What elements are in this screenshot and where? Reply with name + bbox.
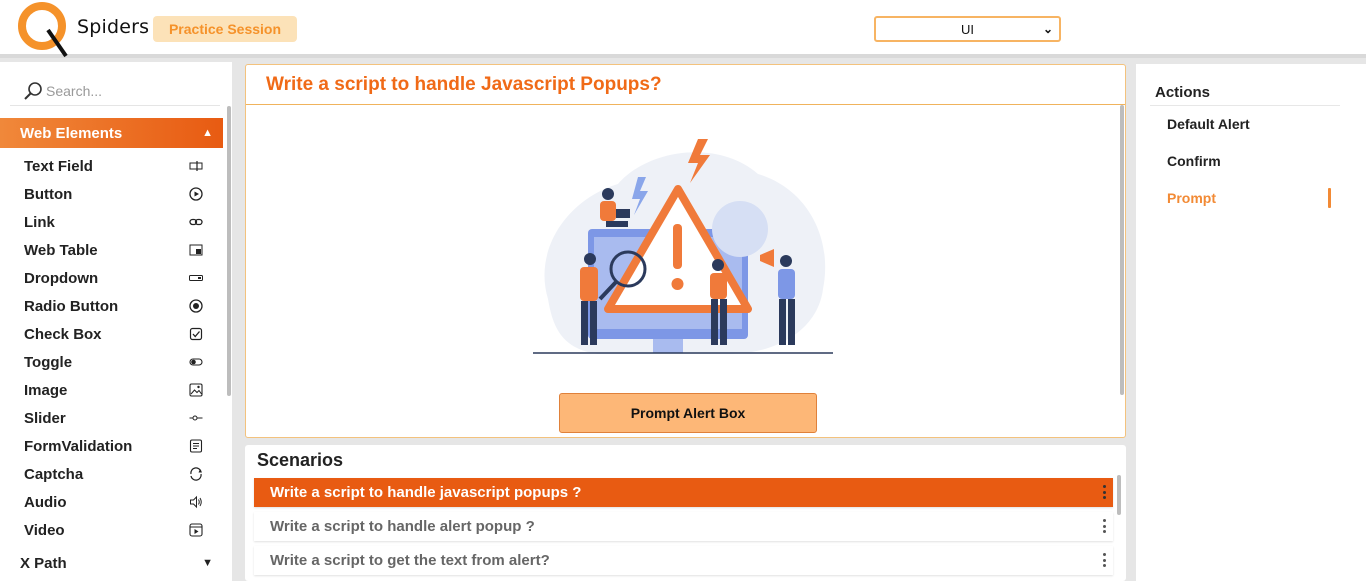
caret-down-icon: ▼: [202, 557, 213, 569]
section-x-path[interactable]: X Path ▼: [0, 550, 223, 576]
sidebar-item-dropdown[interactable]: Dropdown: [0, 264, 223, 292]
checkbox-icon: [189, 327, 203, 341]
link-icon: [189, 218, 203, 226]
table-icon: [189, 244, 203, 256]
scenarios-panel: Scenarios Write a script to handle javas…: [245, 445, 1126, 581]
sidebar-item-form-validation[interactable]: FormValidation: [0, 432, 223, 460]
sidebar-item-label: Web Table: [24, 241, 98, 259]
prompt-alert-button[interactable]: Prompt Alert Box: [559, 393, 817, 433]
more-vertical-icon[interactable]: [1103, 519, 1107, 533]
sidebar-item-radio-button[interactable]: Radio Button: [0, 292, 223, 320]
more-vertical-icon[interactable]: [1103, 485, 1107, 499]
sidebar-item-text-field[interactable]: Text Field: [0, 152, 223, 180]
main-scrollbar[interactable]: [1120, 105, 1124, 395]
section-label: X Path: [20, 554, 67, 572]
sidebar-item-label: Toggle: [24, 353, 73, 371]
image-icon: [189, 383, 203, 397]
scenario-item[interactable]: Write a script to get the text from aler…: [254, 546, 1113, 575]
actions-panel: Actions Default Alert Confirm Prompt: [1136, 64, 1366, 581]
action-confirm[interactable]: Confirm: [1167, 153, 1221, 169]
section-web-elements[interactable]: Web Elements ▲: [0, 118, 223, 148]
sidebar-scrollbar[interactable]: [227, 106, 231, 396]
sidebar-item-label: Video: [24, 521, 65, 539]
captcha-icon: [190, 467, 202, 481]
practice-session-badge[interactable]: Practice Session: [153, 16, 297, 42]
scenario-label: Write a script to get the text from aler…: [270, 552, 550, 569]
scenarios-title: Scenarios: [257, 450, 344, 470]
sidebar-item-label: Slider: [24, 409, 66, 427]
toggle-icon: [189, 358, 203, 366]
search-placeholder: Search...: [46, 82, 103, 99]
search-input[interactable]: Search...: [10, 76, 220, 106]
sidebar-item-label: Image: [24, 381, 68, 399]
video-icon: [189, 523, 203, 537]
sidebar-item-label: Link: [24, 213, 55, 231]
sidebar-item-audio[interactable]: Audio: [0, 488, 223, 516]
sidebar-item-image[interactable]: Image: [0, 376, 223, 404]
page-title: Write a script to handle Javascript Popu…: [246, 65, 1125, 105]
action-default-alert[interactable]: Default Alert: [1167, 116, 1250, 132]
radio-icon: [189, 299, 203, 313]
scenario-label: Write a script to handle alert popup ?: [270, 518, 535, 535]
popup-warning-illustration: [533, 139, 833, 354]
chevron-down-icon: ⌄: [1042, 22, 1053, 36]
dropdown-icon: [189, 275, 203, 281]
more-vertical-icon[interactable]: [1103, 553, 1107, 567]
sidebar-item-label: Dropdown: [24, 269, 99, 287]
sidebar-item-label: Audio: [24, 493, 67, 511]
sidebar-item-label: Button: [24, 185, 73, 203]
sidebar: Search... Web Elements ▲ Text Field Butt…: [0, 62, 232, 581]
slider-icon: [189, 415, 203, 421]
scenario-item[interactable]: Write a script to handle alert popup ?: [254, 512, 1113, 541]
divider: [1150, 105, 1340, 106]
qspiders-logo[interactable]: Spiders: [18, 2, 149, 58]
section-label: Web Elements: [20, 124, 123, 142]
sidebar-item-label: Text Field: [24, 157, 93, 175]
sidebar-item-label: Check Box: [24, 325, 102, 343]
logo-text: Spiders: [77, 16, 150, 38]
speaker-icon: [190, 495, 202, 509]
sidebar-item-link[interactable]: Link: [0, 208, 223, 236]
sidebar-item-label: Captcha: [24, 465, 84, 483]
category-select-value: UI: [961, 21, 974, 37]
sidebar-item-label: FormValidation: [24, 437, 133, 455]
sidebar-item-check-box[interactable]: Check Box: [0, 320, 223, 348]
action-prompt[interactable]: Prompt: [1167, 190, 1216, 206]
main-panel: Write a script to handle Javascript Popu…: [245, 64, 1126, 438]
sidebar-item-label: Radio Button: [24, 297, 119, 315]
sidebar-item-captcha[interactable]: Captcha: [0, 460, 223, 488]
sidebar-item-web-table[interactable]: Web Table: [0, 236, 223, 264]
search-icon: [24, 81, 42, 100]
sidebar-item-video[interactable]: Video: [0, 516, 223, 544]
active-indicator: [1328, 188, 1331, 208]
caret-up-icon: ▲: [202, 127, 213, 139]
scenarios-scrollbar[interactable]: [1117, 475, 1121, 515]
play-circle-icon: [189, 187, 203, 201]
actions-title: Actions: [1155, 84, 1211, 101]
sidebar-item-toggle[interactable]: Toggle: [0, 348, 223, 376]
category-select[interactable]: UI ⌄: [874, 16, 1061, 42]
sidebar-item-slider[interactable]: Slider: [0, 404, 223, 432]
scenario-label: Write a script to handle javascript popu…: [270, 484, 582, 501]
form-icon: [189, 439, 203, 453]
text-field-icon: [189, 161, 203, 171]
sidebar-item-button[interactable]: Button: [0, 180, 223, 208]
top-header: Spiders Practice Session UI ⌄: [0, 0, 1366, 58]
sidebar-menu: Text Field Button Link Web Table Dropdow…: [0, 152, 223, 544]
scenario-item-active[interactable]: Write a script to handle javascript popu…: [254, 478, 1113, 507]
